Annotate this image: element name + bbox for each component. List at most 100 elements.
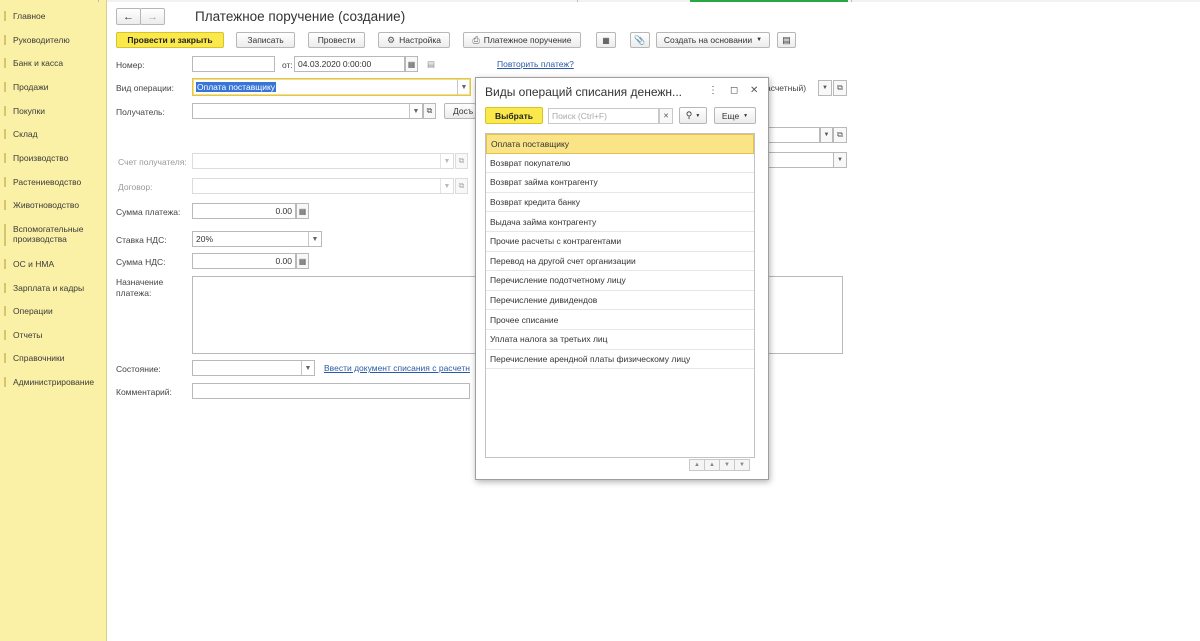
structure-button[interactable]: ▦ [596,32,616,48]
right-field-1-dropdown[interactable]: ▼ [820,127,833,143]
account-dropdown-button[interactable]: ▼ [818,80,832,96]
search-button[interactable]: ⚲ ▼ [679,107,707,124]
list-item[interactable]: Перечисление дивидендов [486,291,754,311]
more-button[interactable]: Еще ▼ [714,107,756,124]
chevron-down-icon[interactable]: ▼ [308,232,321,246]
close-icon[interactable]: ✕ [750,85,758,96]
maximize-icon[interactable]: ◻ [730,85,738,96]
account-open-button[interactable]: ⧉ [833,80,847,96]
chevron-down-icon: ▼ [823,132,830,138]
recipient-label: Получатель: [116,107,165,117]
vat-rate-value: 20% [196,234,214,244]
sidebar-item-admin[interactable]: Администрирование [0,377,106,387]
list-item[interactable]: Оплата поставщику [486,134,754,154]
list-button[interactable]: ▤ [777,32,796,48]
right-field-2[interactable] [766,152,834,168]
chevron-down-icon[interactable]: ▼ [457,79,470,95]
operation-type-field[interactable]: Оплата поставщику ▼ [192,78,471,96]
more-menu-icon[interactable]: ⋮ [708,85,718,96]
status-field[interactable]: ▼ [192,360,315,376]
first-page-icon[interactable]: ▲ [689,459,705,471]
attach-button[interactable]: 📎 [630,32,650,48]
settings-button[interactable]: ⚙ Настройка [378,32,450,48]
gear-icon: ⚙ [387,34,396,45]
list-item[interactable]: Прочее списание [486,310,754,330]
create-based-on-button[interactable]: Создать на основании ▼ [656,32,770,48]
date-field[interactable]: 04.03.2020 0:00:00 [294,56,405,72]
sidebar-item-sales[interactable]: Продажи [0,82,106,92]
next-page-icon[interactable]: ▼ [719,459,735,471]
number-field[interactable] [192,56,275,72]
sidebar-item-manager[interactable]: Руководителю [0,35,106,45]
sidebar-item-catalogs[interactable]: Справочники [0,353,106,363]
list-item[interactable]: Возврат покупателю [486,154,754,174]
enter-writeoff-doc-link[interactable]: Ввести документ списания с расчетн [324,363,476,373]
list-item-label: Прочие расчеты с контрагентами [490,236,622,247]
sidebar-item-assets[interactable]: ОС и НМА [0,259,106,269]
payment-sum-calc-button[interactable]: ▦ [296,203,309,219]
print-payment-order-button[interactable]: ⎙ Платежное поручение [463,32,581,48]
sidebar-item-bank[interactable]: Банк и касса [0,58,106,68]
sidebar-item-main[interactable]: Главное [0,11,106,21]
sidebar-item-payroll[interactable]: Зарплата и кадры [0,283,106,293]
list-item[interactable]: Возврат кредита банку [486,193,754,213]
save-button[interactable]: Записать [236,32,295,48]
list-item[interactable]: Перечисление подотчетному лицу [486,271,754,291]
recipient-account-field: ▼ [192,153,454,169]
list-item[interactable]: Прочие расчеты с контрагентами [486,232,754,252]
sidebar-item-label: Операции [13,306,53,316]
dialog-search-input[interactable]: Поиск (Ctrl+F) [548,108,659,124]
search-placeholder: Поиск (Ctrl+F) [552,111,607,121]
last-page-icon[interactable]: ▼ [734,459,750,471]
payment-purpose-label: Назначение платежа: [116,277,164,298]
date-label: от: [282,60,293,70]
chevron-down-icon[interactable]: ▼ [301,361,314,375]
vat-sum-field[interactable]: 0.00 [192,253,296,269]
sidebar-item-warehouse[interactable]: Склад [0,129,106,139]
post-and-close-button[interactable]: Провести и закрыть [116,32,224,48]
vat-rate-field[interactable]: 20% ▼ [192,231,322,247]
search-icon: ⚲ [685,110,693,120]
contract-open: ⧉ [455,178,468,194]
select-button[interactable]: Выбрать [485,107,543,124]
payment-sum-field[interactable]: 0.00 [192,203,296,219]
right-field-1-open[interactable]: ⧉ [833,127,847,143]
list-icon: ▤ [782,34,791,45]
vat-rate-label: Ставка НДС: [116,235,167,245]
back-button[interactable]: ← [116,8,141,25]
sidebar-item-auxiliary[interactable]: Вспомогательные производства [0,224,106,246]
sidebar-item-livestock[interactable]: Животноводство [0,200,106,210]
sidebar-item-operations[interactable]: Операции [0,306,106,316]
contract-label: Договор: [118,182,153,192]
partial-account-text: асчетный) [766,83,807,93]
list-item[interactable]: Перечисление арендной платы физическому … [486,350,754,370]
sidebar-item-label: Животноводство [13,200,80,210]
list-item-label: Перечисление подотчетному лицу [490,275,626,286]
right-field-1[interactable] [766,127,820,143]
list-item[interactable]: Перевод на другой счет организации [486,252,754,272]
dossier-button[interactable]: Досъ [444,103,476,119]
list-item[interactable]: Выдача займа контрагенту [486,212,754,232]
sidebar-item-purchases[interactable]: Покупки [0,106,106,116]
recipient-field[interactable]: ▼ [192,103,423,119]
prev-page-icon[interactable]: ▲ [704,459,720,471]
post-button[interactable]: Провести [308,32,365,48]
chevron-down-icon[interactable]: ▼ [409,104,422,118]
repeat-payment-link[interactable]: Повторить платеж? [497,59,574,69]
sidebar-item-label: ОС и НМА [13,259,55,269]
date-picker-button[interactable]: ▦ [405,56,418,72]
clear-search-button[interactable]: ✕ [659,108,673,124]
forward-button[interactable]: → [140,8,165,25]
list-item[interactable]: Возврат займа контрагенту [486,173,754,193]
recipient-open-button[interactable]: ⧉ [423,103,436,119]
right-field-2-dropdown[interactable]: ▼ [833,152,847,168]
sidebar-item-label: Продажи [13,82,49,92]
list-item[interactable]: Уплата налога за третьих лиц [486,330,754,350]
list-item-label: Уплата налога за третьих лиц [490,334,608,345]
vat-sum-calc-button[interactable]: ▦ [296,253,309,269]
comment-field[interactable] [192,383,470,399]
sidebar-item-production[interactable]: Производство [0,153,106,163]
sidebar-item-label: Зарплата и кадры [13,283,85,293]
sidebar-item-crops[interactable]: Растениеводство [0,177,106,187]
sidebar-item-reports[interactable]: Отчеты [0,330,106,340]
